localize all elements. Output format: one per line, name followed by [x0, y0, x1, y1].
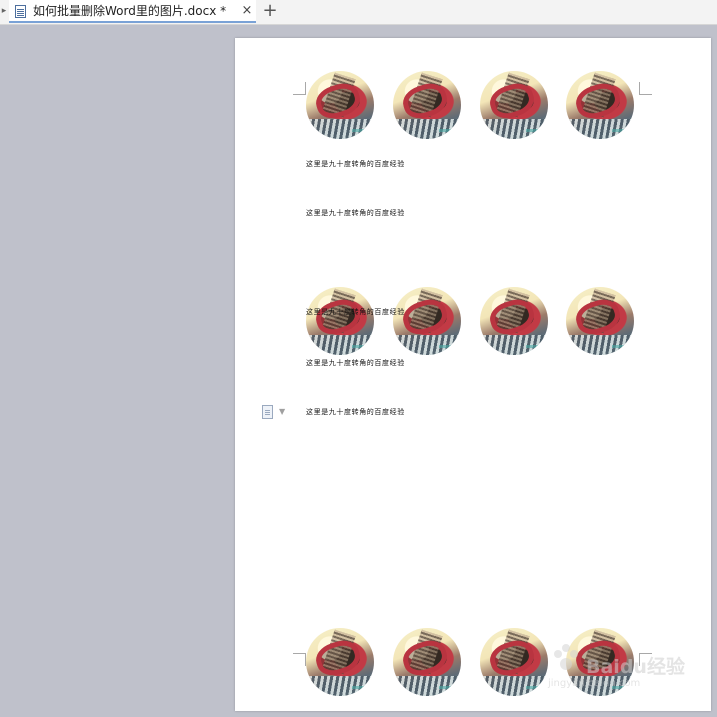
- tab-document[interactable]: 如何批量删除Word里的图片.docx * ×: [9, 0, 256, 23]
- inline-picture[interactable]: [566, 71, 634, 139]
- inline-picture[interactable]: [306, 628, 374, 696]
- body-text-line: 这里是九十度转角的百度经验: [306, 160, 405, 168]
- margin-corner-top-right: [639, 82, 652, 95]
- tab-title: 如何批量删除Word里的图片.docx *: [33, 4, 227, 18]
- tab-scroll-left-icon[interactable]: ▸: [0, 5, 8, 17]
- word-document-icon: [15, 5, 26, 18]
- inline-picture[interactable]: [566, 628, 634, 696]
- paragraph-layout-icon[interactable]: [262, 405, 273, 419]
- body-text-line: 这里是九十度转角的百度经验: [306, 359, 405, 367]
- tab-close-icon[interactable]: ×: [241, 4, 253, 18]
- tab-bar: ▸ 如何批量删除Word里的图片.docx * × +: [0, 0, 717, 25]
- inline-picture[interactable]: [306, 71, 374, 139]
- inline-picture[interactable]: [480, 287, 548, 355]
- margin-corner-top-left: [293, 82, 306, 95]
- inline-picture[interactable]: [480, 628, 548, 696]
- inline-picture[interactable]: [393, 71, 461, 139]
- body-text-line: 这里是九十度转角的百度经验: [306, 408, 405, 416]
- chevron-down-icon[interactable]: ▼: [279, 408, 285, 416]
- document-page[interactable]: 这里是九十度转角的百度经验 这里是九十度转角的百度经验 这里是九十度转角的百度经…: [235, 38, 711, 711]
- inline-picture[interactable]: [306, 287, 374, 355]
- new-tab-icon[interactable]: +: [262, 2, 278, 20]
- inline-picture[interactable]: [393, 628, 461, 696]
- margin-corner-bottom-left: [293, 653, 306, 666]
- inline-picture[interactable]: [480, 71, 548, 139]
- inline-picture[interactable]: [566, 287, 634, 355]
- inline-picture[interactable]: [393, 287, 461, 355]
- body-text-line-overlay: 这里是九十度转角的百度经验: [306, 308, 405, 316]
- body-text-line: 这里是九十度转角的百度经验: [306, 209, 405, 217]
- margin-corner-bottom-right: [639, 653, 652, 666]
